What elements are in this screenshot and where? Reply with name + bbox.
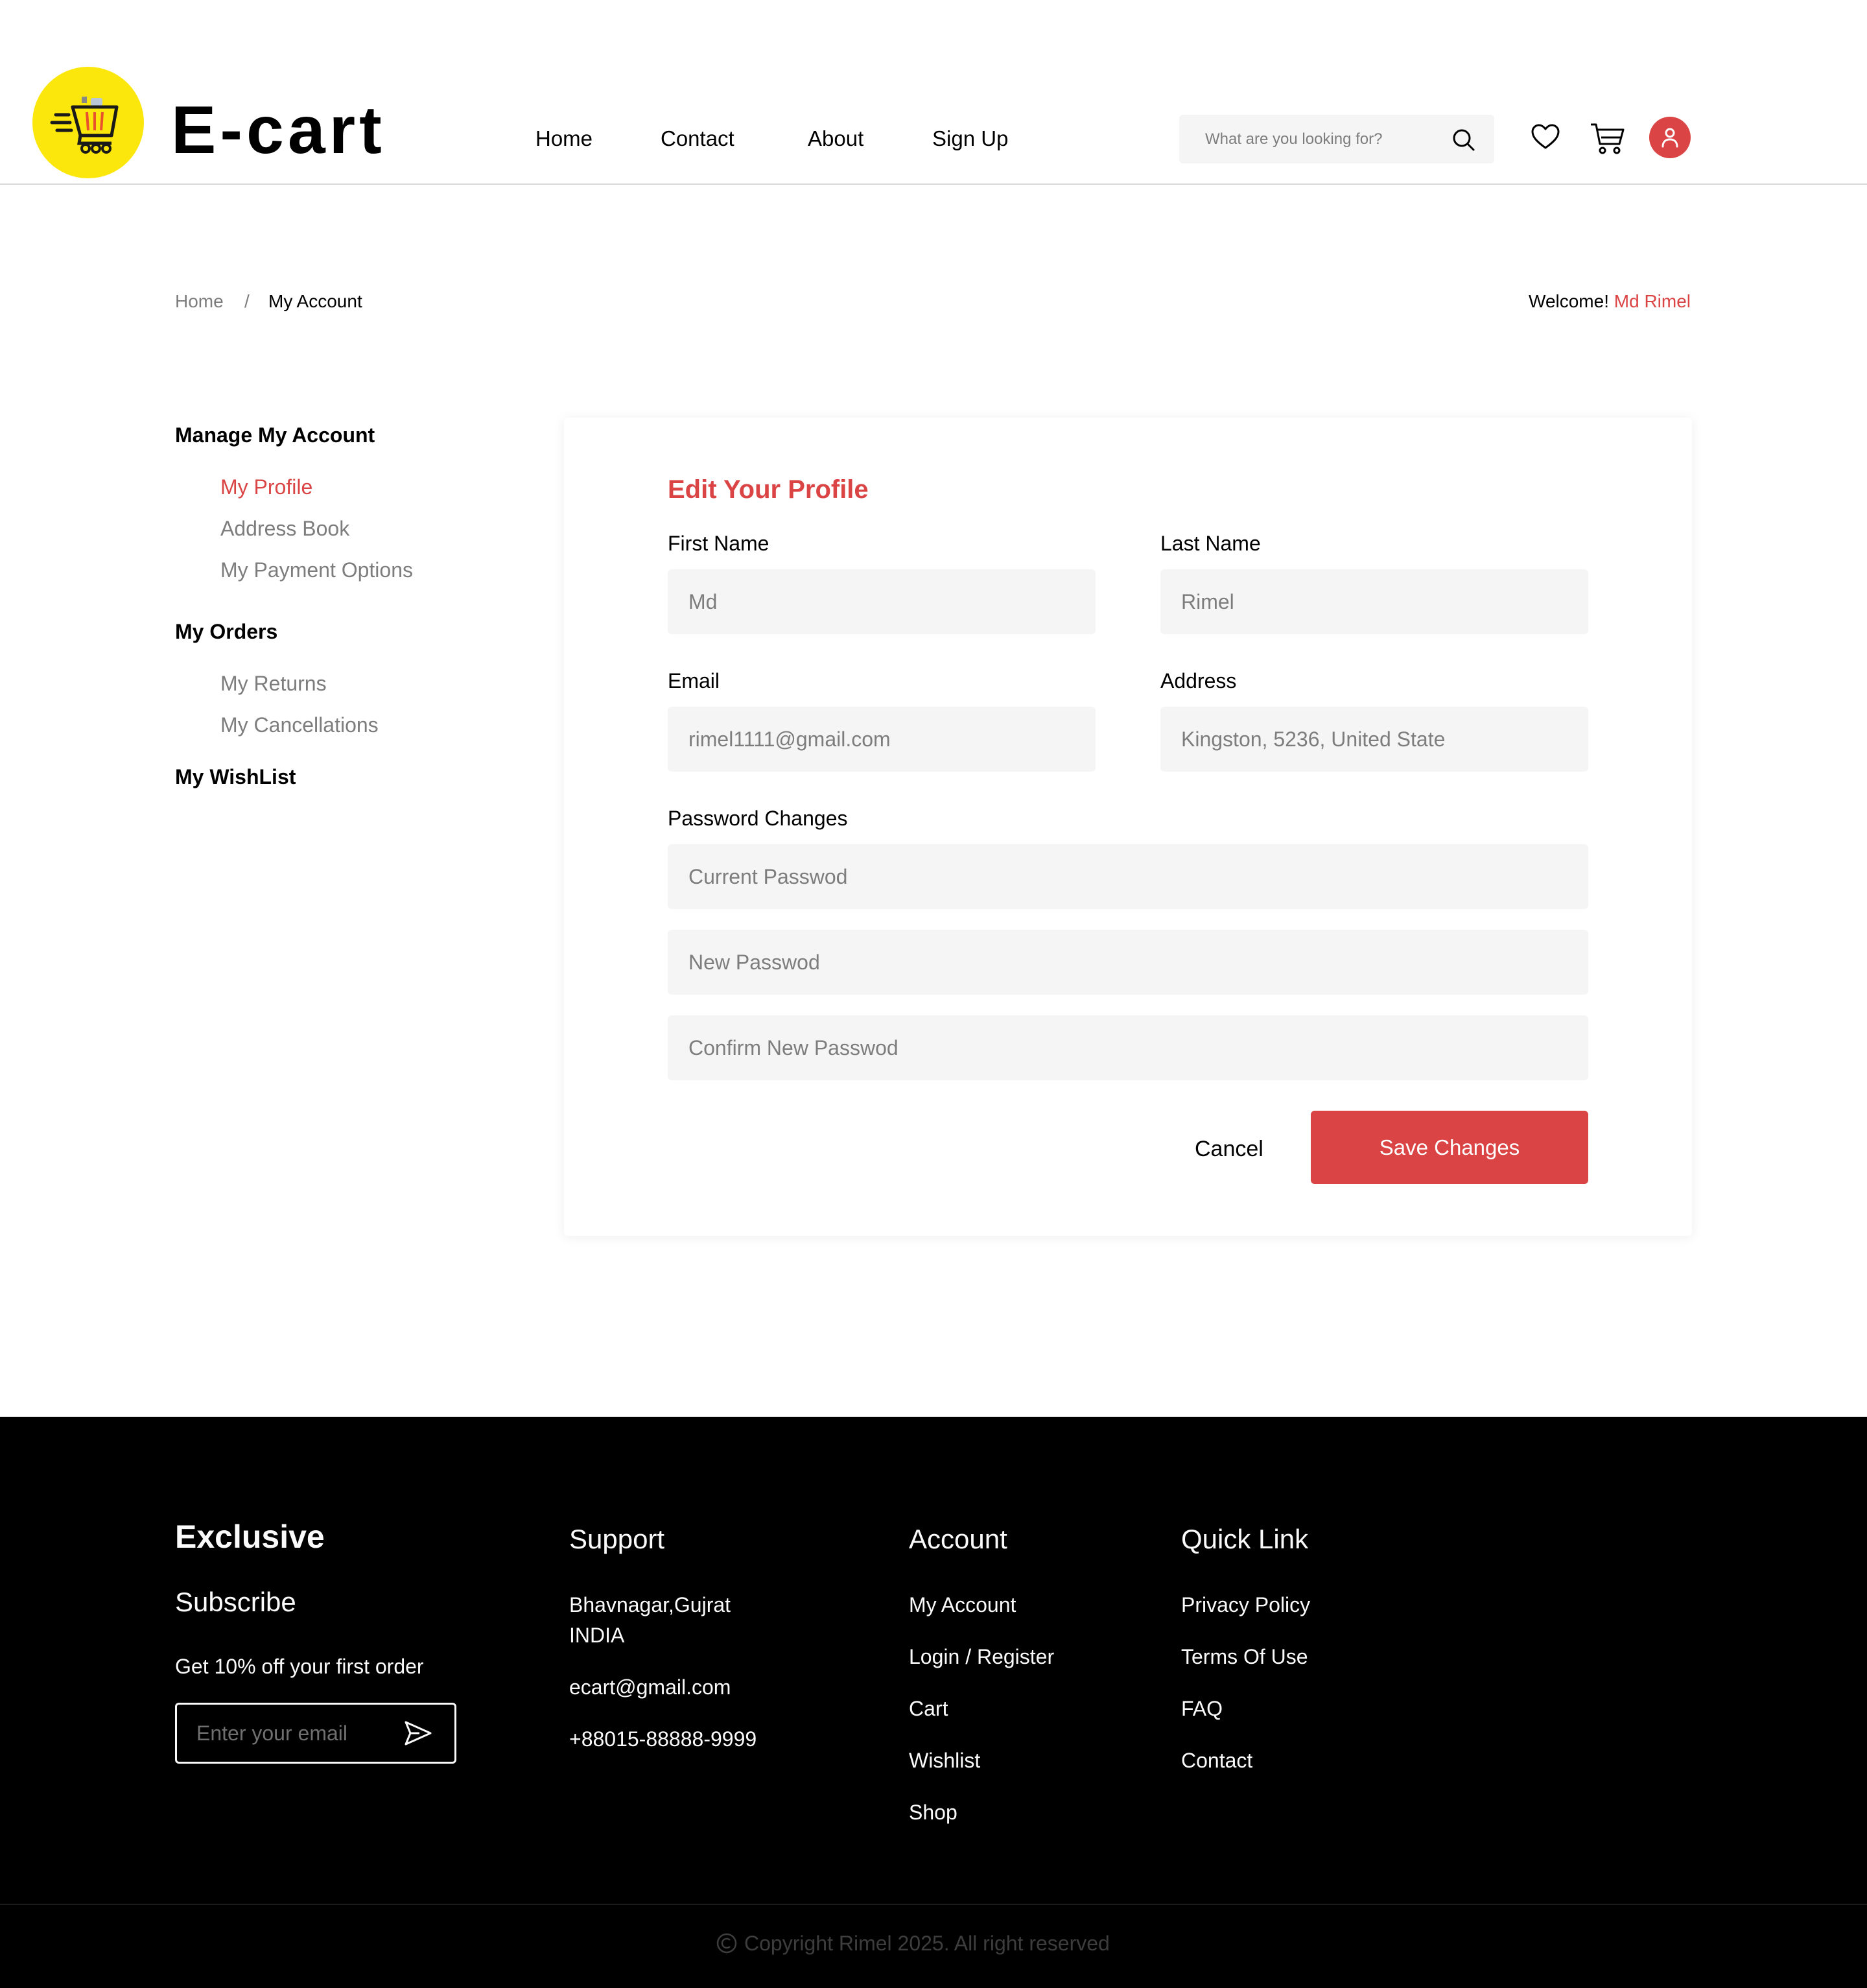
support-email[interactable]: ecart@gmail.com <box>569 1672 731 1702</box>
cart-logo-icon <box>50 97 119 154</box>
support-heading: Support <box>569 1524 665 1554</box>
footer-link-my-account[interactable]: My Account <box>909 1590 1016 1620</box>
new-password-field[interactable] <box>668 930 1588 995</box>
breadcrumb-current: My Account <box>268 291 362 311</box>
footer-link-shop[interactable]: Shop <box>909 1797 957 1827</box>
subscribe-email-box <box>175 1703 456 1764</box>
copyright-text: Copyright Rimel 2025. All right reserved <box>744 1932 1110 1955</box>
support-address-line-2: INDIA <box>569 1624 625 1647</box>
sidebar-item-my-cancellations[interactable]: My Cancellations <box>220 712 379 738</box>
footer-brand: Exclusive <box>175 1519 325 1555</box>
first-name-field[interactable] <box>668 569 1096 634</box>
sidebar-item-my-profile[interactable]: My Profile <box>220 474 312 500</box>
breadcrumb-home[interactable]: Home <box>175 290 224 313</box>
site-header: E-cart Home Contact About Sign Up <box>0 0 1867 185</box>
password-changes-label: Password Changes <box>668 807 848 830</box>
user-avatar-button[interactable] <box>1649 117 1691 158</box>
sidebar-my-orders[interactable]: My Orders <box>175 619 277 645</box>
first-name-label: First Name <box>668 532 769 555</box>
brand-name[interactable]: E-cart <box>171 95 386 166</box>
nav-about[interactable]: About <box>808 125 863 152</box>
nav-home[interactable]: Home <box>535 125 593 152</box>
search-input[interactable] <box>1205 115 1438 163</box>
support-address-line-1: Bhavnagar,Gujrat <box>569 1593 731 1616</box>
nav-contact[interactable]: Contact <box>661 125 734 152</box>
footer-link-faq[interactable]: FAQ <box>1181 1694 1223 1723</box>
subscribe-email-input[interactable] <box>196 1705 391 1762</box>
save-changes-button[interactable]: Save Changes <box>1311 1111 1588 1184</box>
quick-link-heading: Quick Link <box>1181 1524 1309 1554</box>
sidebar-manage-account[interactable]: Manage My Account <box>175 422 375 448</box>
current-password-field[interactable] <box>668 844 1588 909</box>
footer-link-contact[interactable]: Contact <box>1181 1745 1252 1775</box>
account-heading: Account <box>909 1524 1007 1554</box>
copyright: Copyright Rimel 2025. All right reserved <box>716 1930 1110 1956</box>
email-label: Email <box>668 669 720 692</box>
welcome-message: Welcome! Md Rimel <box>1529 290 1691 313</box>
footer-link-wishlist[interactable]: Wishlist <box>909 1745 980 1775</box>
support-phone[interactable]: +88015-88888-9999 <box>569 1724 757 1754</box>
breadcrumb-separator: / <box>244 291 250 311</box>
send-icon[interactable] <box>404 1720 432 1749</box>
copyright-icon <box>716 1933 737 1954</box>
welcome-user-name: Md Rimel <box>1614 291 1691 311</box>
cart-icon[interactable] <box>1590 122 1626 159</box>
last-name-field[interactable] <box>1160 569 1588 634</box>
logo[interactable] <box>32 67 144 178</box>
footer-divider <box>0 1904 1867 1905</box>
sidebar-item-my-returns[interactable]: My Returns <box>220 670 327 696</box>
search-bar <box>1179 115 1494 163</box>
sidebar-item-address-book[interactable]: Address Book <box>220 515 349 541</box>
footer-link-privacy-policy[interactable]: Privacy Policy <box>1181 1590 1310 1620</box>
subscribe-heading: Subscribe <box>175 1587 296 1617</box>
confirm-password-field[interactable] <box>668 1015 1588 1080</box>
address-field[interactable] <box>1160 707 1588 772</box>
user-icon <box>1662 128 1678 148</box>
cancel-button[interactable]: Cancel <box>1195 1135 1263 1163</box>
email-field[interactable] <box>668 707 1096 772</box>
sidebar-my-wishlist[interactable]: My WishList <box>175 764 296 790</box>
footer-link-login-register[interactable]: Login / Register <box>909 1642 1054 1672</box>
edit-profile-title: Edit Your Profile <box>668 475 869 504</box>
sidebar-item-payment-options[interactable]: My Payment Options <box>220 557 413 583</box>
address-label: Address <box>1160 669 1237 692</box>
last-name-label: Last Name <box>1160 532 1261 555</box>
subscribe-text: Get 10% off your first order <box>175 1655 424 1678</box>
welcome-label: Welcome! <box>1529 291 1609 311</box>
search-icon[interactable] <box>1450 126 1476 156</box>
footer-link-terms-of-use[interactable]: Terms Of Use <box>1181 1642 1308 1672</box>
heart-icon[interactable] <box>1530 122 1561 156</box>
footer-link-cart[interactable]: Cart <box>909 1694 948 1723</box>
nav-sign-up[interactable]: Sign Up <box>932 125 1008 152</box>
